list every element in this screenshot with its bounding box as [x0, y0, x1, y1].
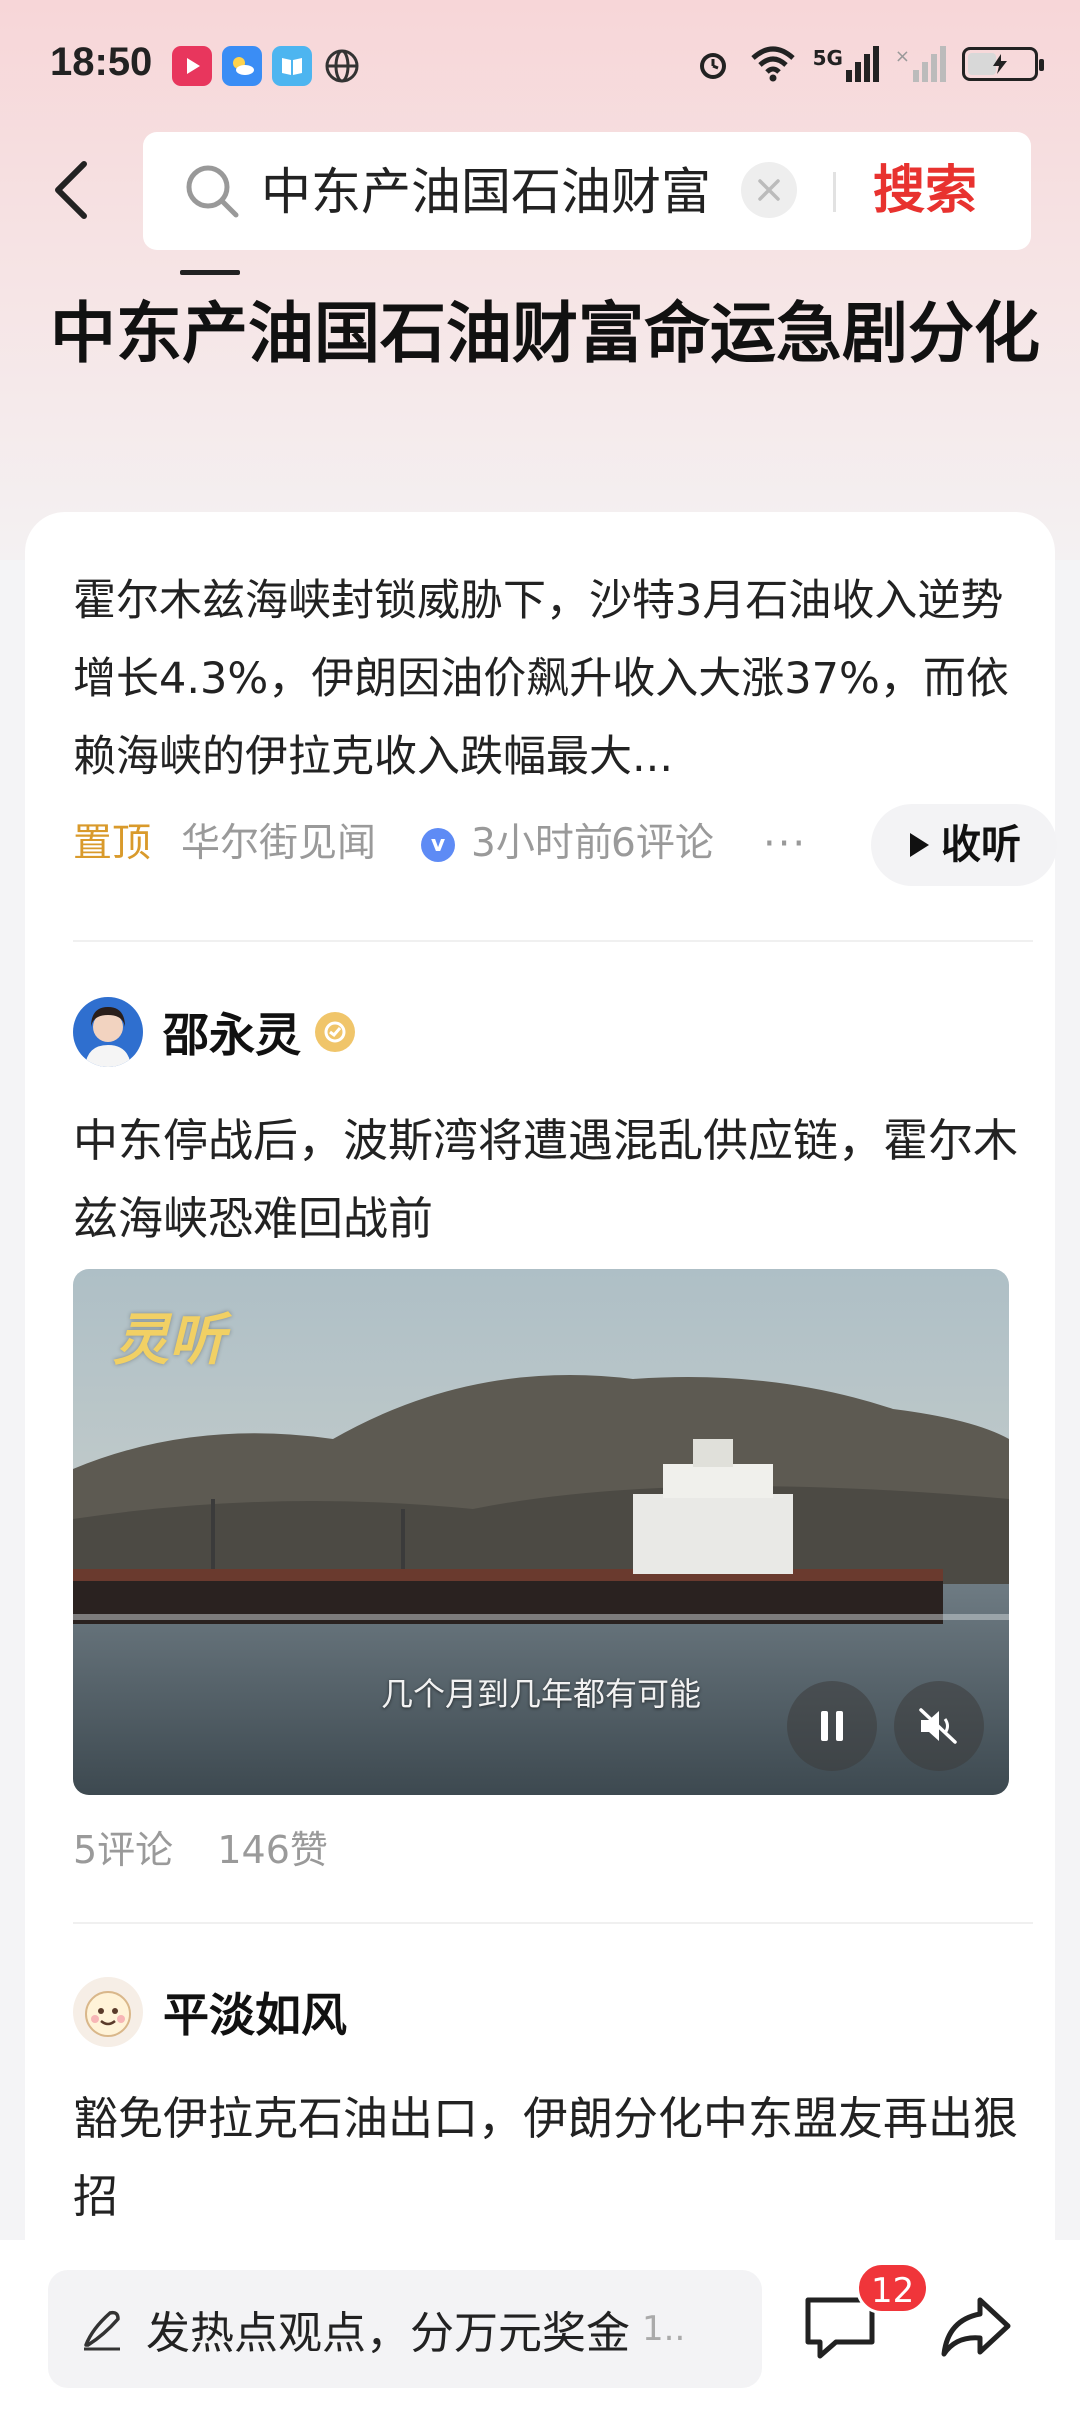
video-player[interactable]: 灵听 几个月到几年都有可能 — [73, 1269, 1009, 1795]
comment-placeholder: 发热点观点，分万元奖金 — [146, 2308, 630, 2359]
video-brand-watermark: 灵听 — [113, 1307, 225, 1373]
post-stats: 5评论 146赞 — [73, 1820, 328, 1880]
status-right: 5G × — [693, 44, 1044, 84]
search-divider — [833, 172, 836, 212]
network-type: 5G — [812, 46, 843, 70]
author-name[interactable]: 平淡如风 — [163, 1979, 347, 2045]
alarm-icon — [699, 53, 726, 79]
verified-icon: v — [421, 828, 455, 862]
divider — [73, 940, 1033, 942]
pause-icon — [821, 1711, 843, 1741]
tab-indicator — [180, 270, 240, 275]
source-name[interactable]: 华尔街见闻 — [181, 804, 376, 884]
video-app-icon — [172, 46, 212, 86]
chevron-left-icon — [55, 161, 87, 219]
status-app-icons — [172, 46, 362, 86]
close-icon — [758, 179, 780, 201]
status-time: 18:50 — [50, 40, 153, 84]
wifi-icon — [750, 46, 795, 82]
battery-icon — [962, 47, 1044, 81]
listen-button[interactable]: 收听 — [871, 804, 1057, 886]
bottom-bar: 发热点观点，分万元奖金 1.. 12 — [0, 2240, 1080, 2412]
book-app-icon — [272, 46, 312, 86]
pen-icon — [84, 2310, 120, 2351]
author-name[interactable]: 邵永灵 — [163, 999, 301, 1065]
publish-time: 3小时前 — [471, 821, 613, 866]
pause-button[interactable] — [787, 1681, 877, 1771]
mute-button[interactable] — [894, 1681, 984, 1771]
divider — [73, 1922, 1033, 1924]
more-options-button[interactable]: ··· — [763, 804, 807, 884]
post-header[interactable]: 邵永灵 — [73, 997, 355, 1067]
content-card: 霍尔木兹海峡封锁威胁下，沙特3月石油收入逆势增长4.3%，伊朗因油价飙升收入大涨… — [25, 512, 1057, 2412]
certified-badge-icon — [315, 1012, 355, 1052]
summary-meta-row: 置顶 华尔街见闻 v 3小时前 6评论 ··· 收听 — [73, 804, 1057, 886]
back-button[interactable] — [42, 150, 102, 230]
search-bar[interactable]: 中东产油国石油财富 搜索 — [143, 132, 1031, 250]
globe-app-icon — [322, 46, 362, 86]
comment-count-badge: 12 — [856, 2262, 930, 2314]
signal-5g-icon: 5G — [813, 46, 879, 82]
avatar[interactable] — [73, 1977, 143, 2047]
post-text[interactable]: 豁免伊拉克石油出口，伊朗分化中东盟友再出狠招 — [73, 2080, 1033, 2236]
comment-input[interactable]: 发热点观点，分万元奖金 1.. — [48, 2270, 762, 2388]
search-button[interactable]: 搜索 — [873, 160, 977, 222]
post-like-count[interactable]: 146赞 — [217, 1828, 328, 1872]
share-button[interactable] — [930, 2282, 1020, 2372]
pinned-label: 置顶 — [73, 821, 152, 866]
post-comment-count[interactable]: 5评论 — [73, 1828, 173, 1872]
search-icon — [186, 165, 239, 218]
status-bar: 18:50 5G × — [0, 0, 1080, 135]
play-icon — [910, 833, 929, 857]
clear-search-button[interactable] — [741, 162, 797, 218]
summary-text[interactable]: 霍尔木兹海峡封锁威胁下，沙特3月石油收入逆势增长4.3%，伊朗因油价飙升收入大涨… — [73, 562, 1023, 796]
page-title: 中东产油国石油财富命运急剧分化 — [50, 295, 1040, 372]
mute-icon — [919, 1708, 957, 1744]
avatar[interactable] — [73, 997, 143, 1067]
share-icon — [941, 2297, 1011, 2357]
comment-count[interactable]: 6评论 — [611, 804, 714, 884]
signal-icon: × — [895, 46, 946, 82]
weather-app-icon — [222, 46, 262, 86]
post-header[interactable]: 平淡如风 — [73, 1977, 347, 2047]
comment-placeholder-tail: 1.. — [642, 2309, 686, 2349]
post-text[interactable]: 中东停战后，波斯湾将遭遇混乱供应链，霍尔木兹海峡恐难回战前 — [73, 1102, 1033, 1258]
listen-label: 收听 — [941, 822, 1021, 868]
